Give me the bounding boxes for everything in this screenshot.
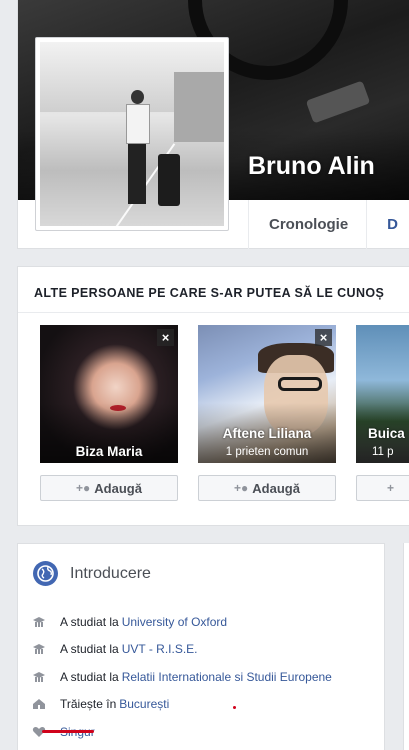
intro-card: Introducere A studiat la University of O… <box>17 543 385 750</box>
graduation-icon <box>32 670 46 684</box>
intro-title: Introducere <box>70 565 151 582</box>
add-friend-label: Adaugă <box>94 480 142 496</box>
profile-name[interactable]: Bruno Alin <box>248 152 375 181</box>
graduation-icon <box>32 642 46 656</box>
people-you-may-know: ALTE PERSOANE PE CARE S-AR PUTEA SĂ LE C… <box>17 266 409 526</box>
pymk-name[interactable]: Biza Maria <box>40 444 178 459</box>
tab-cronologie[interactable]: Cronologie <box>248 200 366 249</box>
pymk-name[interactable]: Aftene Liliana <box>198 426 336 441</box>
pymk-title: ALTE PERSOANE PE CARE S-AR PUTEA SĂ LE C… <box>34 286 385 300</box>
side-card-edge <box>403 543 409 750</box>
pymk-card: × Aftene Liliana 1 prieten comun +● Adau… <box>198 325 336 501</box>
divider <box>18 312 409 313</box>
intro-education-item: A studiat la Relatii Internationale si S… <box>32 663 332 691</box>
close-icon[interactable]: × <box>157 329 174 346</box>
intro-link[interactable]: University of Oxford <box>122 615 227 629</box>
pymk-mutual-friends[interactable]: 11 p <box>356 446 409 458</box>
graduation-icon <box>32 615 46 629</box>
intro-link[interactable]: București <box>119 697 169 711</box>
home-icon <box>32 697 46 711</box>
pymk-mutual-friends[interactable]: 1 prieten comun <box>198 446 336 458</box>
globe-icon <box>33 561 58 586</box>
annotation-underline <box>42 730 94 733</box>
pymk-photo[interactable]: × Aftene Liliana 1 prieten comun <box>198 325 336 463</box>
profile-picture[interactable] <box>35 37 229 231</box>
intro-location-item: Trăiește în București <box>32 691 332 719</box>
profile-header: Bruno Alin Cronologie D <box>17 0 409 249</box>
pymk-photo[interactable]: × Biza Maria <box>40 325 178 463</box>
add-friend-icon: +● <box>76 481 91 495</box>
pymk-card: Buica 11 p + <box>356 325 409 501</box>
add-friend-label: Adaugă <box>252 480 300 496</box>
close-icon[interactable]: × <box>315 329 332 346</box>
add-friend-button[interactable]: +● Adaugă <box>198 475 336 501</box>
profile-tabs: Cronologie D <box>248 200 398 249</box>
tab-next[interactable]: D <box>366 200 398 249</box>
add-friend-icon: +● <box>234 481 249 495</box>
intro-education-item: A studiat la University of Oxford <box>32 608 332 636</box>
add-friend-button[interactable]: +● Adaugă <box>40 475 178 501</box>
intro-link[interactable]: Relatii Internationale si Studii Europen… <box>122 670 332 684</box>
cover-detail <box>305 80 371 124</box>
add-friend-icon: + <box>387 481 395 495</box>
add-friend-button[interactable]: + <box>356 475 409 501</box>
intro-list: A studiat la University of Oxford A stud… <box>32 608 332 746</box>
pymk-photo[interactable]: Buica 11 p <box>356 325 409 463</box>
annotation-dot <box>233 706 236 709</box>
intro-education-item: A studiat la UVT - R.I.S.E. <box>32 636 332 664</box>
pymk-name[interactable]: Buica <box>356 426 409 441</box>
profile-picture-image <box>40 42 224 226</box>
intro-link[interactable]: UVT - R.I.S.E. <box>122 642 198 656</box>
pymk-card: × Biza Maria +● Adaugă <box>40 325 178 501</box>
